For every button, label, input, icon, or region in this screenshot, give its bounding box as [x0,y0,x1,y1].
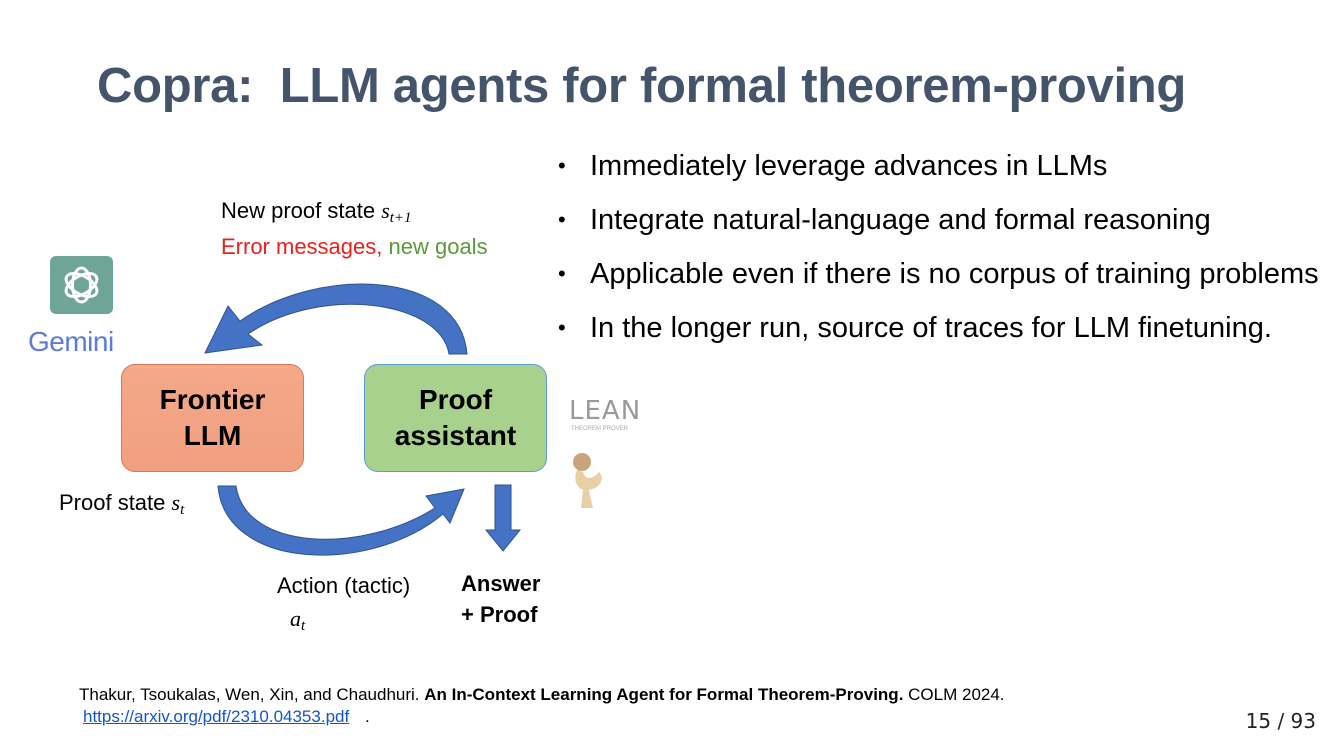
new-goals-text: new goals [382,234,488,259]
reference-citation: Thakur, Tsoukalas, Wen, Xin, and Chaudhu… [79,685,1005,705]
action-var: a [290,606,301,631]
reference-authors: Thakur, Tsoukalas, Wen, Xin, and Chaudhu… [79,685,425,704]
action-arrow [217,485,465,556]
gemini-logo: Gemini [28,326,114,357]
feedback-arrow [204,283,468,355]
answer-arrow [484,484,522,552]
action-tactic-label: Action (tactic) [277,573,411,598]
state-sub: t [180,502,185,518]
answer-proof-label: Answer + Proof [461,568,540,630]
new-state-sub: t+1 [389,210,412,226]
proof-state-label: Proof state st [59,490,184,519]
lean-logo-subtitle: THEOREM PROVER [571,426,629,432]
reference-venue: COLM 2024. [903,685,1005,704]
proof-box-line1: Proof [418,384,493,415]
llm-box-line2: LLM [183,420,242,451]
llm-box-line1: Frontier [159,384,266,415]
lean-logo: LEAN [569,396,642,426]
new-state-text: New proof state [221,198,382,223]
new-proof-state-label: New proof state st+1 [221,198,412,227]
state-text: Proof state [59,490,172,515]
error-text: Error messages, [221,234,383,259]
new-state-var: s [381,198,390,223]
chatgpt-logo-icon [50,256,113,314]
proof-box-line2: assistant [394,420,517,451]
frontier-llm-box: Frontier LLM [121,364,304,472]
reference-paper-title: An In-Context Learning Agent for Formal … [424,685,904,704]
link-period: . [365,707,370,726]
action-sub: t [301,618,306,634]
arxiv-link[interactable]: https://arxiv.org/pdf/2310.04353.pdf [83,707,349,727]
proof-assistant-box: Proof assistant [364,364,547,472]
answer-line2: + Proof [461,602,538,627]
page-counter: 15 / 93 [1245,709,1316,733]
coq-rooster-logo-icon [573,453,602,508]
error-messages-label: Error messages, new goals [221,234,488,260]
action-variable: at [290,606,305,635]
state-var: s [171,490,181,515]
answer-line1: Answer [461,571,541,596]
